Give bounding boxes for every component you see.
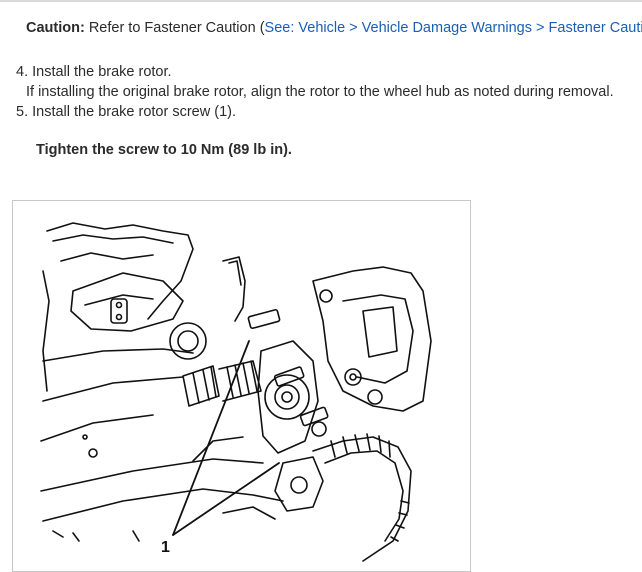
fastener-caution-link[interactable]: See: Vehicle > Vehicle Damage Warnings >… xyxy=(265,20,642,36)
brake-rotor-illustration: 1 xyxy=(12,200,471,572)
callout-label: 1 xyxy=(161,539,170,556)
caution-note: Caution: Refer to Fastener Caution (See:… xyxy=(26,20,642,36)
brake-assembly-line-drawing xyxy=(40,222,432,562)
caution-text: Refer to Fastener Caution ( xyxy=(84,20,265,36)
step-5: 5. Install the brake rotor screw (1). xyxy=(16,104,236,120)
top-divider xyxy=(0,0,642,2)
step-4-note: If installing the original brake rotor, … xyxy=(26,84,614,100)
torque-specification: Tighten the screw to 10 Nm (89 lb in). xyxy=(36,142,292,158)
caution-label: Caution: xyxy=(26,20,85,36)
step-4: 4. Install the brake rotor. xyxy=(16,64,172,80)
procedure-steps: 4. Install the brake rotor. If installin… xyxy=(16,62,614,122)
